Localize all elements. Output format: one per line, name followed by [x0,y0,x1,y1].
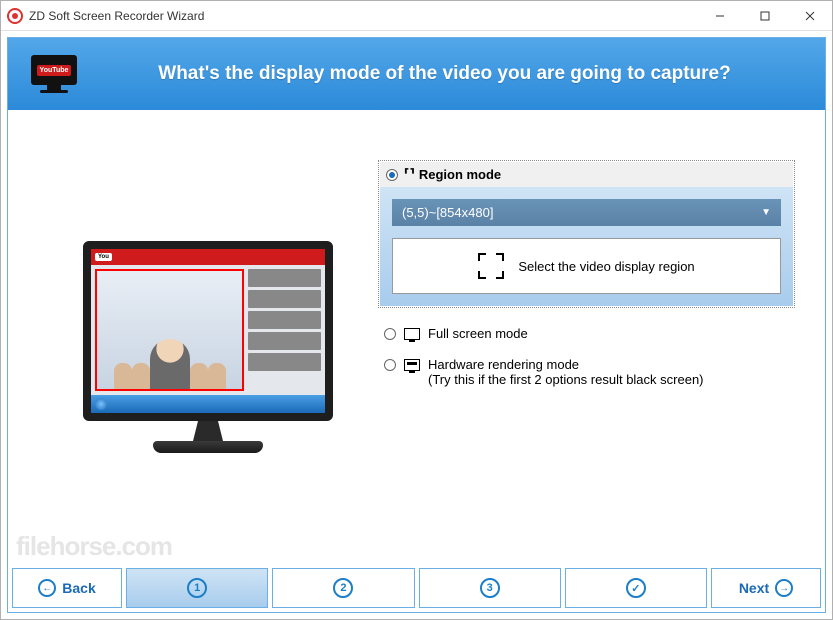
region-mode-group: ⸢ ⸣ Region mode (5,5)~[854x480] Select t… [378,160,795,308]
start-button-icon [95,398,107,410]
hardware-mode-label: Hardware rendering mode [428,357,704,372]
radio-unselected-icon [384,359,396,371]
arrow-right-icon: → [775,579,793,597]
window-controls [697,1,832,30]
check-icon: ✓ [626,578,646,598]
fullscreen-mode-label: Full screen mode [428,326,528,341]
step-number-icon: 1 [187,578,207,598]
fullscreen-mode-radio[interactable]: Full screen mode [378,322,795,345]
header-illustration-icon: YouTube [26,55,82,93]
wizard-footer: ← Back 1 2 3 ✓ Next → [8,564,825,612]
maximize-button[interactable] [742,1,787,30]
back-button[interactable]: ← Back [12,568,122,608]
options-area: ⸢ ⸣ Region mode (5,5)~[854x480] Select t… [378,140,795,554]
window-title: ZD Soft Screen Recorder Wizard [29,9,204,23]
step-1-button[interactable]: 1 [126,568,268,608]
hardware-mode-hint: (Try this if the first 2 options result … [428,372,704,387]
fullscreen-icon [404,328,420,340]
radio-selected-icon [386,169,398,181]
close-button[interactable] [787,1,832,30]
region-mode-radio[interactable]: ⸢ ⸣ Region mode [380,162,793,187]
region-size-dropdown[interactable]: (5,5)~[854x480] [392,199,781,226]
wizard-header: YouTube What's the display mode of the v… [8,38,825,110]
hardware-mode-radio[interactable]: Hardware rendering mode (Try this if the… [378,353,795,391]
next-label: Next [739,580,769,596]
step-3-button[interactable]: 3 [419,568,561,608]
step-number-icon: 3 [480,578,500,598]
next-button[interactable]: Next → [711,568,821,608]
radio-unselected-icon [384,328,396,340]
region-size-value: (5,5)~[854x480] [402,205,493,220]
back-label: Back [62,580,95,596]
region-mode-label: Region mode [419,167,501,182]
youtube-badge-icon: YouTube [37,65,72,76]
step-2-button[interactable]: 2 [272,568,414,608]
crop-corners-icon [478,253,504,279]
select-region-button[interactable]: Select the video display region [392,238,781,294]
minimize-button[interactable] [697,1,742,30]
title-bar: ZD Soft Screen Recorder Wizard [1,1,832,31]
wizard-panel: YouTube What's the display mode of the v… [7,37,826,613]
wizard-question: What's the display mode of the video you… [82,63,807,85]
select-region-label: Select the video display region [518,259,694,274]
step-done-button[interactable]: ✓ [565,568,707,608]
youtube-logo-icon: You [95,253,112,261]
step-number-icon: 2 [333,578,353,598]
illustration-monitor: You [38,140,378,554]
region-corners-icon: ⸢ ⸣ [404,166,413,183]
app-icon [7,8,23,24]
video-region-highlight [95,269,244,391]
arrow-left-icon: ← [38,579,56,597]
hardware-icon [404,359,420,371]
